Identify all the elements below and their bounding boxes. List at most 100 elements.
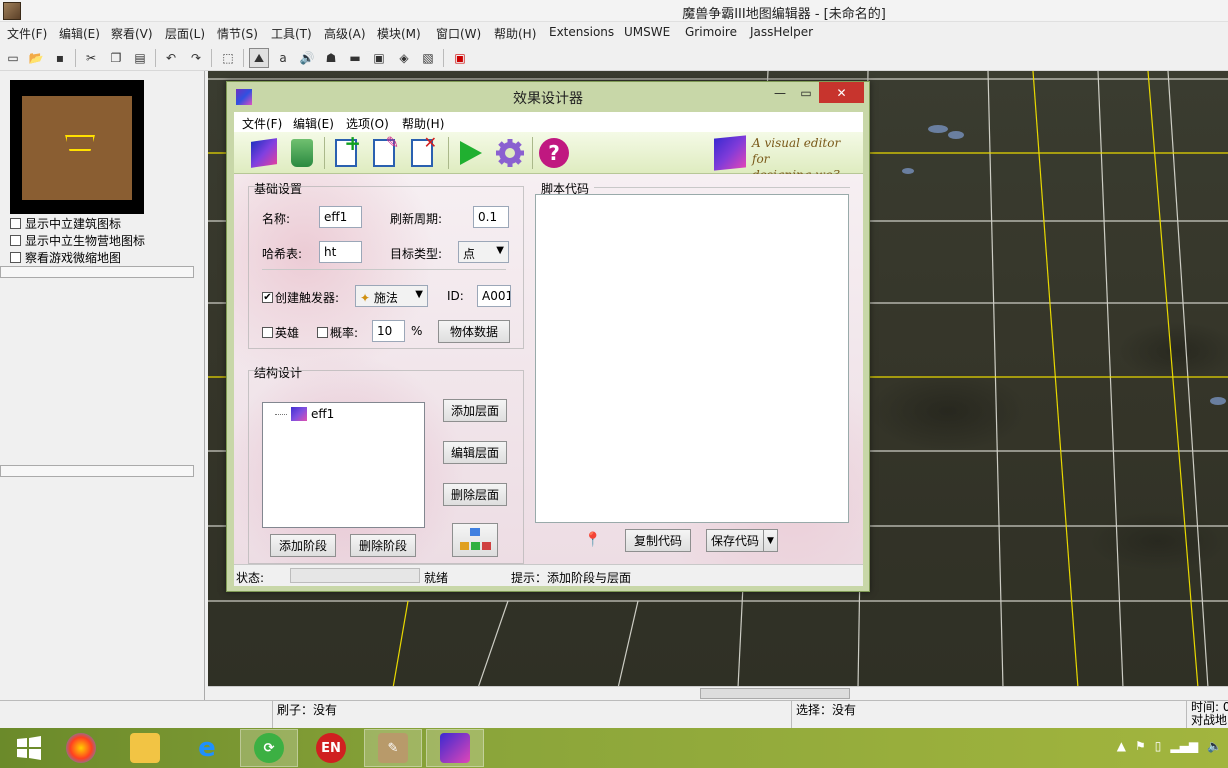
doodad-palette-icon[interactable]: a — [273, 48, 293, 68]
palette-splitter-lower[interactable] — [0, 465, 194, 477]
menu-edit[interactable]: 编辑(E) — [59, 25, 100, 42]
taskbar-effect-designer[interactable] — [426, 729, 484, 767]
taskbar-worldedit[interactable]: ✎ — [364, 729, 422, 767]
help-icon[interactable]: ? — [538, 137, 570, 169]
play-icon[interactable] — [454, 137, 486, 169]
menu-view[interactable]: 察看(V) — [111, 25, 153, 42]
structure-tree[interactable]: eff1 — [262, 402, 425, 528]
settings-gear-icon[interactable] — [494, 137, 526, 169]
object-editor-icon[interactable]: ◈ — [394, 48, 414, 68]
volume-icon[interactable]: 🔈 — [1207, 739, 1222, 753]
add-stage-button[interactable]: 添加阶段 — [270, 534, 336, 557]
dialog-title-bar[interactable]: 效果设计器 — ▭ ✕ — [227, 82, 869, 112]
checkbox-checked[interactable]: ✔ — [262, 292, 273, 303]
create-trigger-check[interactable]: ✔ 创建触发器: — [262, 289, 339, 306]
checkbox[interactable] — [10, 218, 21, 229]
undo-icon[interactable]: ↶ — [161, 48, 181, 68]
checkbox[interactable] — [317, 327, 328, 338]
menu-tools[interactable]: 工具(T) — [271, 25, 312, 42]
taskbar-app-green[interactable]: ⟳ — [240, 729, 298, 767]
hero-label: 英雄 — [275, 326, 300, 340]
hero-check[interactable]: 英雄 — [262, 324, 299, 341]
maximize-button[interactable]: ▭ — [793, 82, 819, 103]
scrollbar-thumb[interactable] — [700, 688, 850, 699]
camera-palette-icon[interactable]: ▣ — [369, 48, 389, 68]
menu-advanced[interactable]: 高级(A) — [324, 25, 366, 42]
new-effect-icon[interactable] — [248, 137, 280, 169]
add-document-icon[interactable]: + — [330, 131, 362, 169]
region-palette-icon[interactable]: ▬ — [345, 48, 365, 68]
delete-layer-button[interactable]: 删除层面 — [443, 483, 507, 506]
dialog-menu-file[interactable]: 文件(F) — [242, 115, 282, 132]
hashtable-input[interactable]: ht — [319, 241, 362, 263]
dialog-menu-options[interactable]: 选项(O) — [346, 115, 389, 132]
cut-icon[interactable]: ✂ — [81, 48, 101, 68]
name-input[interactable]: eff1 — [319, 206, 362, 228]
save-code-button[interactable]: 保存代码 ▼ — [706, 529, 778, 552]
menu-layer[interactable]: 层面(L) — [165, 25, 205, 42]
trigger-event-select[interactable]: ✦ 施法 ▼ — [355, 285, 428, 307]
minimize-button[interactable]: — — [767, 82, 793, 103]
menu-window[interactable]: 窗口(W) — [436, 25, 481, 42]
show-neutral-buildings-check[interactable]: 显示中立建筑图标 — [10, 215, 121, 232]
taskbar-app-360[interactable] — [52, 729, 110, 767]
layout-tree-button[interactable] — [452, 523, 498, 557]
import-manager-icon[interactable]: ▧ — [418, 48, 438, 68]
copy-icon[interactable]: ❐ — [106, 48, 126, 68]
chance-check[interactable]: 概率: — [317, 324, 358, 341]
redo-icon[interactable]: ↷ — [186, 48, 206, 68]
map-horizontal-scrollbar[interactable] — [208, 686, 1228, 700]
menu-jasshelper[interactable]: JassHelper — [750, 25, 813, 39]
paste-icon[interactable]: ▤ — [130, 48, 150, 68]
checkbox[interactable] — [10, 235, 21, 246]
open-icon[interactable]: 📂 — [26, 48, 46, 68]
test-map-icon[interactable]: ▣ — [450, 48, 470, 68]
menu-grimoire[interactable]: Grimoire — [685, 25, 737, 39]
menu-module[interactable]: 模块(M) — [377, 25, 421, 42]
taskbar-ie[interactable]: e — [178, 729, 236, 767]
flag-icon[interactable]: ⚑ — [1135, 739, 1146, 753]
start-button[interactable] — [0, 729, 58, 767]
pin-icon[interactable]: 📍 — [584, 532, 601, 548]
taskbar-dict[interactable]: EN — [302, 729, 360, 767]
close-button[interactable]: ✕ — [819, 82, 864, 103]
period-input[interactable]: 0.1 — [473, 206, 509, 228]
recycle-bin-icon[interactable] — [286, 137, 318, 169]
show-creep-camps-check[interactable]: 显示中立生物营地图标 — [10, 232, 145, 249]
select-icon[interactable]: ⬚ — [218, 48, 238, 68]
menu-help[interactable]: 帮助(H) — [494, 25, 536, 42]
taskbar-explorer[interactable] — [116, 729, 174, 767]
delete-document-icon[interactable]: ✕ — [406, 133, 438, 169]
edit-layer-button[interactable]: 编辑层面 — [443, 441, 507, 464]
menu-scenario[interactable]: 情节(S) — [217, 25, 258, 42]
unit-palette-icon[interactable]: ☗ — [321, 48, 341, 68]
new-icon[interactable]: ▭ — [3, 48, 23, 68]
minimap[interactable] — [10, 80, 144, 214]
network-icon[interactable]: ▂▄▆ — [1170, 739, 1198, 753]
target-type-select[interactable]: 点 ▼ — [458, 241, 509, 263]
delete-stage-button[interactable]: 删除阶段 — [350, 534, 416, 557]
chevron-up-icon[interactable]: ▲ — [1117, 739, 1126, 753]
script-code-area[interactable] — [535, 194, 849, 523]
menu-extensions[interactable]: Extensions — [549, 25, 614, 39]
save-icon[interactable]: ▪ — [50, 48, 70, 68]
view-game-minimap-check[interactable]: 察看游戏微缩地图 — [10, 249, 121, 266]
device-icon[interactable]: ▯ — [1155, 739, 1162, 753]
menu-file[interactable]: 文件(F) — [7, 25, 47, 42]
menu-umswe[interactable]: UMSWE — [624, 25, 670, 39]
object-data-button[interactable]: 物体数据 — [438, 320, 510, 343]
terrain-palette-icon[interactable]: ⛰ — [249, 48, 269, 68]
chance-input[interactable]: 10 — [372, 320, 405, 342]
tree-node[interactable]: eff1 — [275, 407, 334, 421]
palette-splitter[interactable] — [0, 266, 194, 278]
checkbox[interactable] — [10, 252, 21, 263]
edit-document-icon[interactable]: ✎ — [368, 133, 400, 169]
id-input[interactable]: A001 — [477, 285, 511, 307]
dialog-menu-help[interactable]: 帮助(H) — [402, 115, 444, 132]
dialog-menu-edit[interactable]: 编辑(E) — [293, 115, 334, 132]
checkbox[interactable] — [262, 327, 273, 338]
copy-code-button[interactable]: 复制代码 — [625, 529, 691, 552]
sound-icon[interactable]: 🔊 — [297, 48, 317, 68]
chevron-down-icon[interactable]: ▼ — [763, 530, 777, 551]
add-layer-button[interactable]: 添加层面 — [443, 399, 507, 422]
